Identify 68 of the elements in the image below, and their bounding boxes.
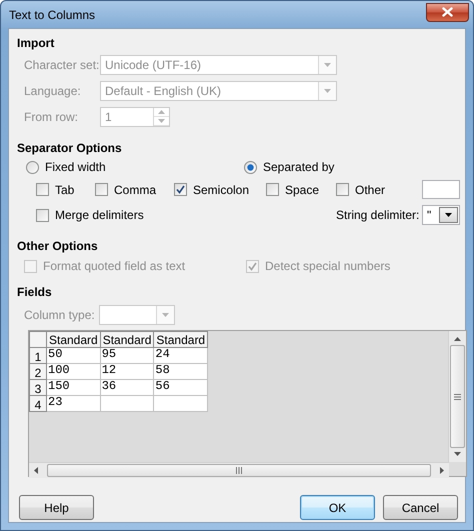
spin-down-icon[interactable] (154, 117, 169, 126)
section-heading: Separator Options (17, 141, 123, 155)
checkbox[interactable] (36, 183, 49, 196)
dropdown-arrow-icon (324, 63, 331, 67)
dialog-button[interactable]: OK (300, 495, 375, 520)
table-cell: 58 (154, 364, 208, 380)
spin-up-icon[interactable] (154, 108, 169, 117)
radio-button[interactable] (26, 160, 39, 174)
table-cell: 36 (100, 380, 154, 396)
dialog-button[interactable]: Help (19, 495, 94, 520)
checkbox-label: Space (285, 182, 320, 196)
table-cell: 56 (154, 380, 208, 396)
field-label: String delimiter: (336, 208, 420, 222)
field-label: Character set: (24, 58, 100, 72)
checkbox[interactable] (174, 183, 187, 196)
table-cell: 24 (154, 348, 208, 364)
table-cell: 100 (46, 364, 100, 380)
table-cell: 23 (46, 396, 100, 412)
checkbox[interactable] (336, 183, 349, 196)
scroll-right-icon[interactable] (440, 467, 444, 474)
scroll-left-icon[interactable] (34, 467, 38, 474)
scroll-up-icon[interactable] (454, 337, 461, 341)
checkbox-label: Comma (114, 182, 156, 196)
section-heading: Import (17, 36, 56, 50)
checkbox-label: Merge delimiters (55, 208, 144, 222)
checkbox[interactable] (266, 183, 279, 196)
field-label: Column type: (24, 308, 96, 322)
checkbox[interactable] (36, 208, 49, 222)
horizontal-scrollbar[interactable] (29, 462, 449, 478)
table-cell: 12 (100, 364, 154, 380)
row-header[interactable]: 2 (30, 364, 46, 380)
close-icon (442, 7, 453, 17)
section-heading: Fields (17, 285, 53, 299)
column-header[interactable]: Standard (46, 332, 100, 348)
section-heading: Other Options (17, 239, 99, 253)
checkbox-label: Other (355, 182, 386, 196)
checkbox-label: Format quoted field as text (43, 259, 186, 273)
radio-button[interactable] (244, 160, 257, 174)
grip-icon (236, 467, 242, 474)
row-header[interactable]: 3 (30, 380, 46, 396)
vertical-scrollbar[interactable] (448, 331, 466, 462)
dropdown[interactable] (99, 305, 175, 325)
checkbox-label: Semicolon (193, 182, 250, 196)
table-cell: 50 (46, 348, 100, 364)
dropdown[interactable]: " (422, 205, 460, 225)
grip-icon (454, 394, 461, 400)
window-title: Text to Columns (9, 8, 96, 22)
field-label: Language: (24, 84, 82, 98)
checkbox[interactable] (95, 183, 108, 196)
close-button[interactable] (426, 2, 469, 22)
radio-dot-icon (247, 164, 254, 170)
radio-label: Separated by (263, 160, 334, 174)
field-label: From row: (24, 110, 79, 124)
radio-label: Fixed width (45, 160, 106, 174)
dropdown-arrow-icon (162, 313, 169, 317)
column-header[interactable]: Standard (100, 332, 154, 348)
scroll-down-icon[interactable] (454, 452, 461, 456)
checkbox-label: Detect special numbers (265, 259, 390, 273)
table-cell: 150 (46, 380, 100, 396)
dialog-button[interactable]: Cancel (383, 495, 458, 520)
checkbox-label: Tab (55, 182, 74, 196)
column-header[interactable]: Standard (154, 332, 208, 348)
row-header[interactable]: 1 (30, 348, 46, 364)
table-cell: 95 (100, 348, 154, 364)
row-header[interactable]: 4 (30, 396, 46, 412)
dropdown-arrow-icon (324, 89, 331, 93)
dropdown-arrow-icon (445, 213, 452, 217)
text-field[interactable] (422, 180, 460, 199)
